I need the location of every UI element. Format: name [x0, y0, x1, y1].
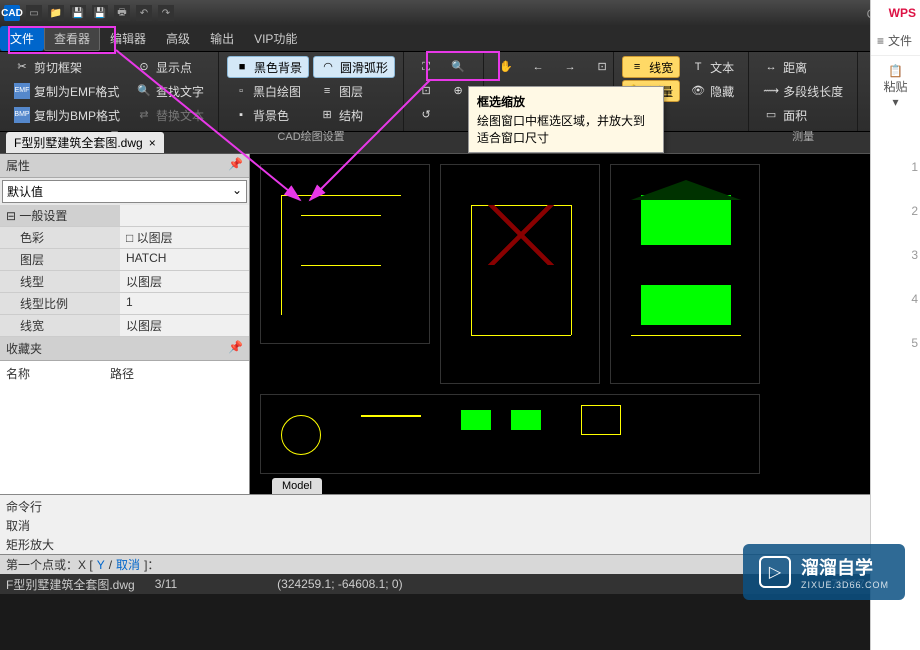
ribbon-draw-label: CAD绘图设置	[227, 126, 395, 144]
cad-logo: CAD	[4, 5, 20, 21]
menu-editor[interactable]: 编辑器	[100, 26, 156, 51]
print-icon[interactable]: 🖶	[114, 5, 130, 21]
saveas-icon[interactable]: 💾	[92, 5, 108, 21]
replace-btn[interactable]: ⇄替换文本	[130, 104, 210, 126]
wps-paste-btn[interactable]: 📋粘贴 ▾	[871, 56, 920, 117]
menu-vip[interactable]: VIP功能	[244, 26, 307, 51]
wps-file-tab[interactable]: ≡ 文件	[871, 26, 920, 56]
text-btn[interactable]: T文本	[684, 56, 740, 78]
pan-btn[interactable]: ✋	[492, 56, 520, 78]
drawing-canvas[interactable]: Model	[250, 154, 920, 494]
pin-icon[interactable]: 📌	[228, 340, 243, 357]
layer-btn[interactable]: ≡图层	[313, 80, 395, 102]
black-bg-btn[interactable]: ■黑色背景	[227, 56, 309, 78]
zoom-prev-btn[interactable]: ↺	[412, 104, 440, 126]
fav-col-name: 名称	[6, 365, 30, 382]
nav-left-btn[interactable]: ←	[524, 56, 552, 78]
save-icon[interactable]: 💾	[70, 5, 86, 21]
chevron-down-icon: ⌄	[232, 183, 242, 200]
redo-icon[interactable]: ↷	[158, 5, 174, 21]
menubar: 文件 查看器 编辑器 高级 输出 VIP功能 ✎	[0, 26, 920, 52]
polyline-len-btn[interactable]: ⟿多段线长度	[757, 80, 849, 102]
doc-tab[interactable]: F型别墅建筑全套图.dwg ×	[6, 132, 164, 153]
arc-btn[interactable]: ◠圆滑弧形	[313, 56, 395, 78]
properties-panel: 属性📌 默认值⌄ ⊟ 一般设置 色彩□ 以图层 图层HATCH 线型以图层 线型…	[0, 154, 250, 494]
tooltip: 框选缩放 绘图窗口中框选区域，并放大到适合窗口尺寸	[468, 86, 664, 153]
tooltip-body: 绘图窗口中框选区域，并放大到适合窗口尺寸	[477, 112, 655, 146]
distance-btn[interactable]: ↔距离	[757, 56, 849, 78]
menu-advanced[interactable]: 高级	[156, 26, 200, 51]
status-cancel-link[interactable]: 取消	[116, 556, 140, 573]
doc-tab-close[interactable]: ×	[149, 136, 156, 150]
cmd-line1: 取消	[6, 516, 914, 535]
menu-viewer[interactable]: 查看器	[44, 26, 100, 51]
table-row: 色彩□ 以图层	[0, 227, 249, 249]
ribbon-tools: ✂剪切框架 EMF复制为EMF格式 BMP复制为BMP格式 ⊙显示点 🔍查找文字…	[0, 52, 219, 131]
status-y-link[interactable]: Y	[97, 558, 105, 572]
new-icon[interactable]: ▭	[26, 5, 42, 21]
menu-file[interactable]: 文件	[0, 26, 44, 51]
props-general[interactable]: ⊟ 一般设置	[0, 205, 120, 226]
struct-btn[interactable]: ⊞结构	[313, 104, 395, 126]
zoom-in-btn[interactable]: 🔍	[444, 56, 472, 78]
ribbon: ✂剪切框架 EMF复制为EMF格式 BMP复制为BMP格式 ⊙显示点 🔍查找文字…	[0, 52, 920, 132]
lineweight-btn[interactable]: ≡线宽	[622, 56, 680, 78]
status-coords: (324259.1; -64608.1; 0)	[277, 577, 402, 591]
show-point-btn[interactable]: ⊙显示点	[130, 56, 210, 78]
favorites-panel: 名称 路径	[0, 361, 249, 494]
titlebar: CAD ▭ 📁 💾 💾 🖶 ↶ ↷ CAD转换	[0, 0, 920, 26]
props-header: 属性📌	[0, 154, 249, 178]
table-row: 线宽以图层	[0, 315, 249, 337]
table-row: 线型以图层	[0, 271, 249, 293]
bgcolor-btn[interactable]: ▪背景色	[227, 104, 309, 126]
cut-frame-btn[interactable]: ✂剪切框架	[8, 56, 126, 78]
wps-ruler: 12345	[911, 160, 918, 350]
watermark-en: ZIXUE.3D66.COM	[801, 580, 889, 590]
watermark: ▷ 溜溜自学 ZIXUE.3D66.COM	[743, 544, 905, 600]
nav-right-btn[interactable]: →	[556, 56, 584, 78]
tooltip-title: 框选缩放	[477, 93, 655, 110]
hide-btn[interactable]: 👁隐藏	[684, 80, 740, 102]
zoom-window-btn[interactable]: ⛶	[412, 56, 440, 78]
fav-col-path: 路径	[110, 365, 134, 382]
model-tab[interactable]: Model	[272, 478, 322, 494]
ribbon-dim: ↔距离 ⟿多段线长度 ▭面积 测量	[749, 52, 858, 131]
watermark-logo-icon: ▷	[759, 556, 791, 588]
wps-brand: WPS	[889, 6, 916, 20]
menu-output[interactable]: 输出	[200, 26, 244, 51]
undo-icon[interactable]: ↶	[136, 5, 152, 21]
ribbon-dim-label: 测量	[757, 126, 849, 144]
table-row: 线型比例1	[0, 293, 249, 315]
bw-draw-btn[interactable]: ▫黑白绘图	[227, 80, 309, 102]
doc-tab-name: F型别墅建筑全套图.dwg	[14, 134, 143, 151]
status-file: F型别墅建筑全套图.dwg	[6, 576, 135, 593]
main-area: 属性📌 默认值⌄ ⊟ 一般设置 色彩□ 以图层 图层HATCH 线型以图层 线型…	[0, 154, 920, 494]
cmd-label: 命令行	[6, 497, 914, 516]
fav-header: 收藏夹📌	[0, 337, 249, 361]
copy-emf-btn[interactable]: EMF复制为EMF格式	[8, 80, 126, 102]
open-icon[interactable]: 📁	[48, 5, 64, 21]
find-text-btn[interactable]: 🔍查找文字	[130, 80, 210, 102]
pin-icon[interactable]: 📌	[228, 157, 243, 174]
watermark-zh: 溜溜自学	[801, 554, 889, 580]
nav-misc1[interactable]: ⊡	[588, 56, 616, 78]
table-row: 图层HATCH	[0, 249, 249, 271]
status-page: 3/11	[155, 577, 177, 591]
props-table: ⊟ 一般设置 色彩□ 以图层 图层HATCH 线型以图层 线型比例1 线宽以图层	[0, 205, 249, 337]
props-selector[interactable]: 默认值⌄	[2, 180, 247, 203]
zoom-extents-btn[interactable]: ⊡	[412, 80, 440, 102]
area-btn[interactable]: ▭面积	[757, 104, 849, 126]
ribbon-draw: ■黑色背景 ▫黑白绘图 ▪背景色 ◠圆滑弧形 ≡图层 ⊞结构 CAD绘图设置	[219, 52, 404, 131]
copy-bmp-btn[interactable]: BMP复制为BMP格式	[8, 104, 126, 126]
